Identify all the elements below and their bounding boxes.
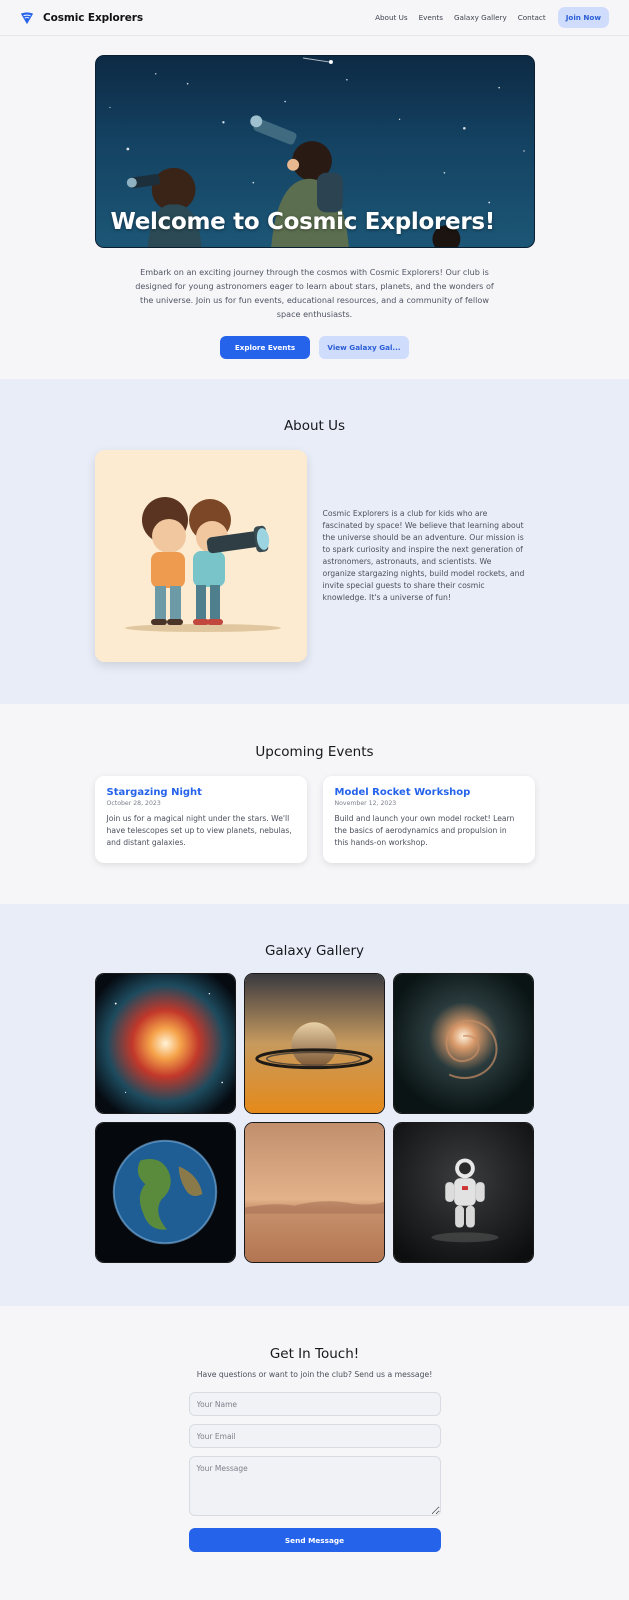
- kids-telescope-illustration: [94, 450, 307, 662]
- email-field[interactable]: [188, 1424, 441, 1448]
- saturn-image: [244, 974, 384, 1113]
- events-title: Upcoming Events: [255, 744, 374, 760]
- mars-surface-image: [244, 1123, 384, 1262]
- gallery-item-spiral-galaxy[interactable]: [392, 973, 534, 1114]
- nav-link-about[interactable]: About Us: [375, 13, 408, 22]
- join-now-button[interactable]: Join Now: [557, 7, 609, 28]
- contact-form: Send Message: [188, 1392, 441, 1552]
- about-section: About Us Cosmic Explorers is a club for …: [0, 379, 629, 704]
- earth-image: [95, 1123, 235, 1262]
- hero-description: Embark on an exciting journey through th…: [135, 267, 494, 319]
- spiral-galaxy-image: [393, 974, 533, 1113]
- hero-banner: Welcome to Cosmic Explorers!: [94, 55, 535, 248]
- gallery-item-saturn[interactable]: [243, 973, 385, 1114]
- message-field[interactable]: [188, 1456, 441, 1516]
- nav-link-events[interactable]: Events: [419, 13, 443, 22]
- nebula-image: [95, 974, 235, 1113]
- gallery-section: Galaxy Gallery: [0, 904, 629, 1306]
- event-card[interactable]: Model Rocket Workshop November 12, 2023 …: [322, 776, 535, 863]
- name-field[interactable]: [188, 1392, 441, 1416]
- astronaut-image: [393, 1123, 533, 1262]
- event-card[interactable]: Stargazing Night October 28, 2023 Join u…: [94, 776, 307, 863]
- nav-link-gallery[interactable]: Galaxy Gallery: [454, 13, 507, 22]
- top-nav: Cosmic Explorers About Us Events Galaxy …: [0, 0, 629, 36]
- event-description: Build and launch your own model rocket! …: [334, 814, 515, 847]
- gallery-item-earth[interactable]: [94, 1122, 236, 1263]
- contact-section: Get In Touch! Have questions or want to …: [0, 1306, 629, 1597]
- send-message-button[interactable]: Send Message: [188, 1528, 441, 1552]
- hero-actions: Explore Events View Galaxy Gal...: [0, 336, 629, 379]
- view-gallery-button[interactable]: View Galaxy Gal...: [319, 336, 409, 359]
- hero-section: Welcome to Cosmic Explorers! Embark on a…: [0, 36, 629, 379]
- brand[interactable]: Cosmic Explorers: [20, 11, 143, 25]
- gallery-item-nebula[interactable]: [94, 973, 236, 1114]
- gallery-title: Galaxy Gallery: [264, 943, 365, 959]
- hero-title: Welcome to Cosmic Explorers!: [110, 209, 496, 235]
- about-image: [94, 450, 307, 662]
- events-grid: Stargazing Night October 28, 2023 Join u…: [94, 776, 535, 863]
- gallery-item-astronaut[interactable]: [392, 1122, 534, 1263]
- brand-name: Cosmic Explorers: [43, 11, 143, 24]
- event-title[interactable]: Stargazing Night: [107, 787, 295, 798]
- event-date: November 12, 2023: [334, 800, 397, 807]
- events-section: Upcoming Events Stargazing Night October…: [0, 704, 629, 904]
- explore-events-button[interactable]: Explore Events: [220, 336, 310, 359]
- event-description: Join us for a magical night under the st…: [106, 814, 292, 847]
- about-description: Cosmic Explorers is a club for kids who …: [322, 509, 525, 602]
- contact-subtitle: Have questions or want to join the club?…: [196, 1370, 433, 1379]
- contact-title: Get In Touch!: [269, 1346, 360, 1362]
- gallery-item-mars-surface[interactable]: [243, 1122, 385, 1263]
- event-title[interactable]: Model Rocket Workshop: [335, 787, 523, 798]
- logo-icon: [20, 11, 34, 24]
- event-date: October 28, 2023: [106, 800, 161, 807]
- about-title: About Us: [283, 418, 346, 434]
- nav-link-contact[interactable]: Contact: [518, 13, 546, 22]
- gallery-grid: [94, 973, 535, 1263]
- nav-links: About Us Events Galaxy Gallery Contact J…: [375, 7, 609, 28]
- about-body: Cosmic Explorers is a club for kids who …: [94, 450, 535, 662]
